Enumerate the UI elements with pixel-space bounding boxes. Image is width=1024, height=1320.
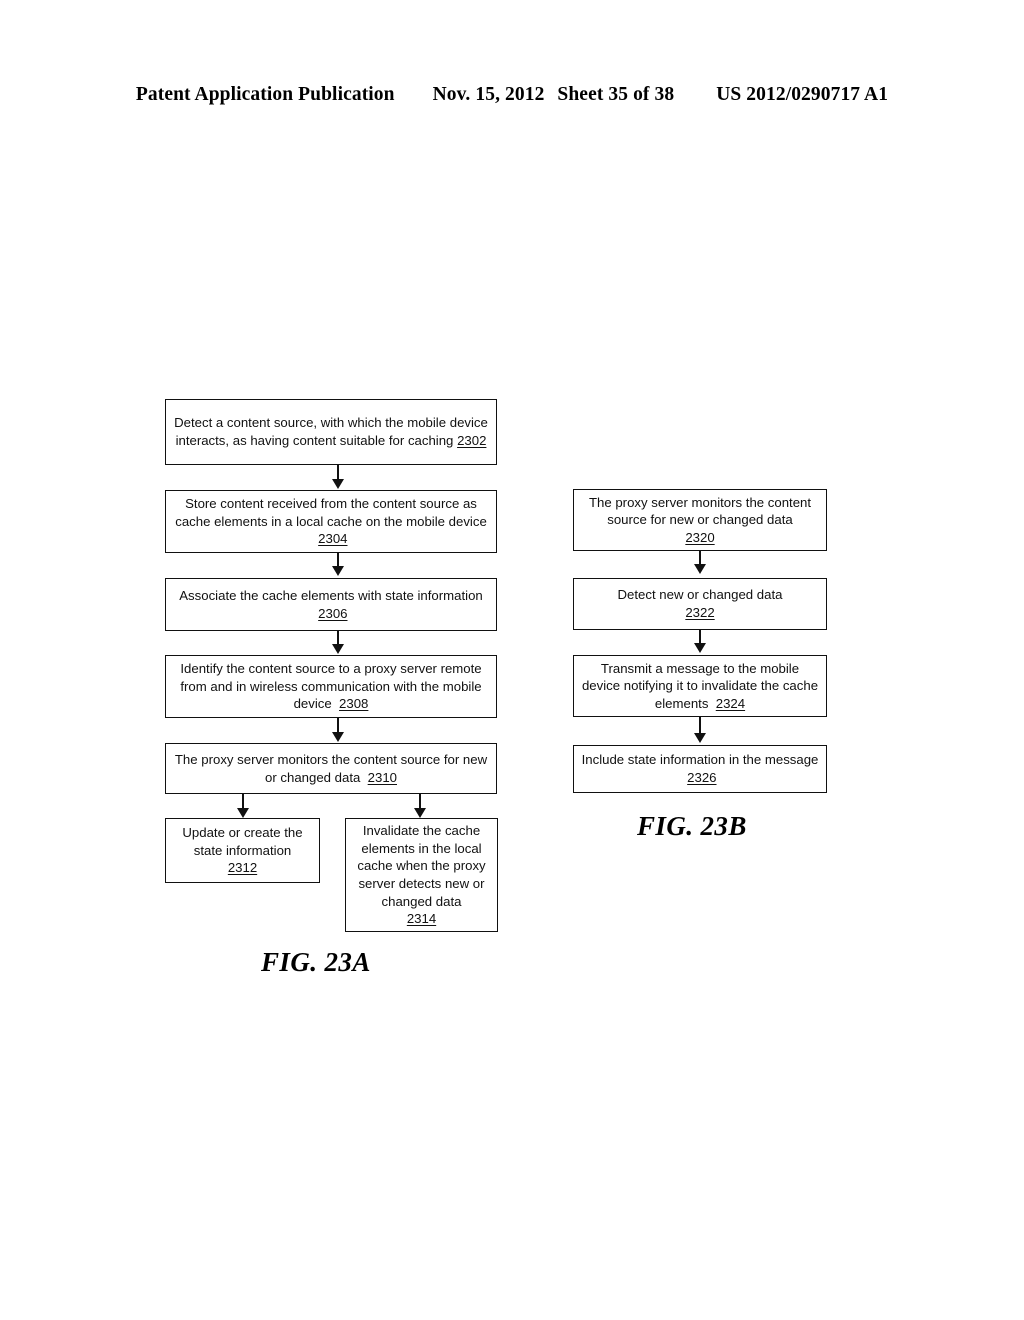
- flowchart-box-2314-text: Invalidate the cache elements in the loc…: [357, 823, 486, 909]
- header-sheet-number: Sheet 35 of 38: [557, 84, 675, 105]
- flowchart-box-2314: Invalidate the cache elements in the loc…: [345, 818, 498, 932]
- flowchart-box-2308-text: Identify the content source to a proxy s…: [180, 661, 482, 712]
- flowchart-box-2312: Update or create the state information 2…: [165, 818, 320, 883]
- flowchart-box-2304-ref: 2304: [318, 531, 348, 547]
- page-header: Patent Application Publication Nov. 15, …: [0, 84, 1024, 106]
- flowchart-box-2322-ref: 2322: [685, 605, 715, 620]
- figure-caption-23b: FIG. 23B: [637, 811, 747, 841]
- arrow-2306-to-2308-head: [332, 644, 344, 654]
- flowchart-box-2312-text: Update or create the state information: [182, 825, 303, 858]
- arrow-2324-to-2326-stem: [699, 717, 701, 734]
- flowchart-box-2326-text: Include state information in the message: [581, 752, 819, 768]
- flowchart-box-2308-ref: 2308: [339, 696, 369, 712]
- flowchart-box-2320-text: The proxy server monitors the content so…: [588, 494, 812, 528]
- flowchart-box-2306-ref: 2306: [318, 605, 348, 621]
- flowchart-box-2310: The proxy server monitors the content so…: [165, 743, 497, 794]
- flowchart-box-2302-text: Detect a content source, with which the …: [174, 415, 488, 448]
- flowchart-box-2306-text: Associate the cache elements with state …: [179, 587, 483, 603]
- flowchart-box-2326-ref: 2326: [687, 770, 717, 785]
- flowchart-box-2306: Associate the cache elements with state …: [165, 578, 497, 631]
- flowchart-box-2322-text: Detect new or changed data: [617, 587, 783, 603]
- arrow-2306-to-2308-stem: [337, 631, 339, 645]
- arrow-2320-to-2322-stem: [699, 551, 701, 565]
- flowchart-box-2302-ref: 2302: [457, 433, 487, 448]
- arrow-2304-to-2306-stem: [337, 553, 339, 567]
- flowchart-box-2310-text: The proxy server monitors the content so…: [174, 751, 488, 785]
- flowchart-box-2310-ref: 2310: [367, 769, 397, 785]
- flowchart-box-2324-text: Transmit a message to the mobile device …: [581, 660, 819, 711]
- header-date: Nov. 15, 2012: [432, 84, 545, 105]
- flowchart-box-2320: The proxy server monitors the content so…: [573, 489, 827, 551]
- arrow-2320-to-2322-head: [694, 564, 706, 574]
- flowchart-box-2324: Transmit a message to the mobile device …: [573, 655, 827, 717]
- flowchart-box-2304: Store content received from the content …: [165, 490, 497, 553]
- arrow-2310-to-2312-head: [237, 808, 249, 818]
- flowchart-box-2320-ref: 2320: [685, 529, 715, 545]
- header-patent-number: US 2012/0290717 A1: [716, 84, 889, 105]
- arrow-2308-to-2310-head: [332, 732, 344, 742]
- arrow-2310-to-2314-head: [414, 808, 426, 818]
- flowchart-box-2312-ref: 2312: [227, 860, 258, 876]
- flowchart-box-2326: Include state information in the message…: [573, 745, 827, 793]
- flowchart-box-2304-text: Store content received from the content …: [175, 496, 487, 529]
- arrow-2324-to-2326-head: [694, 733, 706, 743]
- flowchart-box-2302: Detect a content source, with which the …: [165, 399, 497, 465]
- flowchart-box-2322: Detect new or changed data 2322: [573, 578, 827, 630]
- arrow-2322-to-2324-stem: [699, 630, 701, 644]
- arrow-2304-to-2306-head: [332, 566, 344, 576]
- arrow-2322-to-2324-head: [694, 643, 706, 653]
- figure-caption-23a: FIG. 23A: [261, 947, 371, 977]
- arrow-2302-to-2304-head: [332, 479, 344, 489]
- flowchart-box-2308: Identify the content source to a proxy s…: [165, 655, 497, 718]
- flowchart-box-2324-ref: 2324: [715, 695, 746, 711]
- header-publication-title: Patent Application Publication: [135, 84, 395, 105]
- flowchart-box-2314-ref: 2314: [406, 911, 437, 927]
